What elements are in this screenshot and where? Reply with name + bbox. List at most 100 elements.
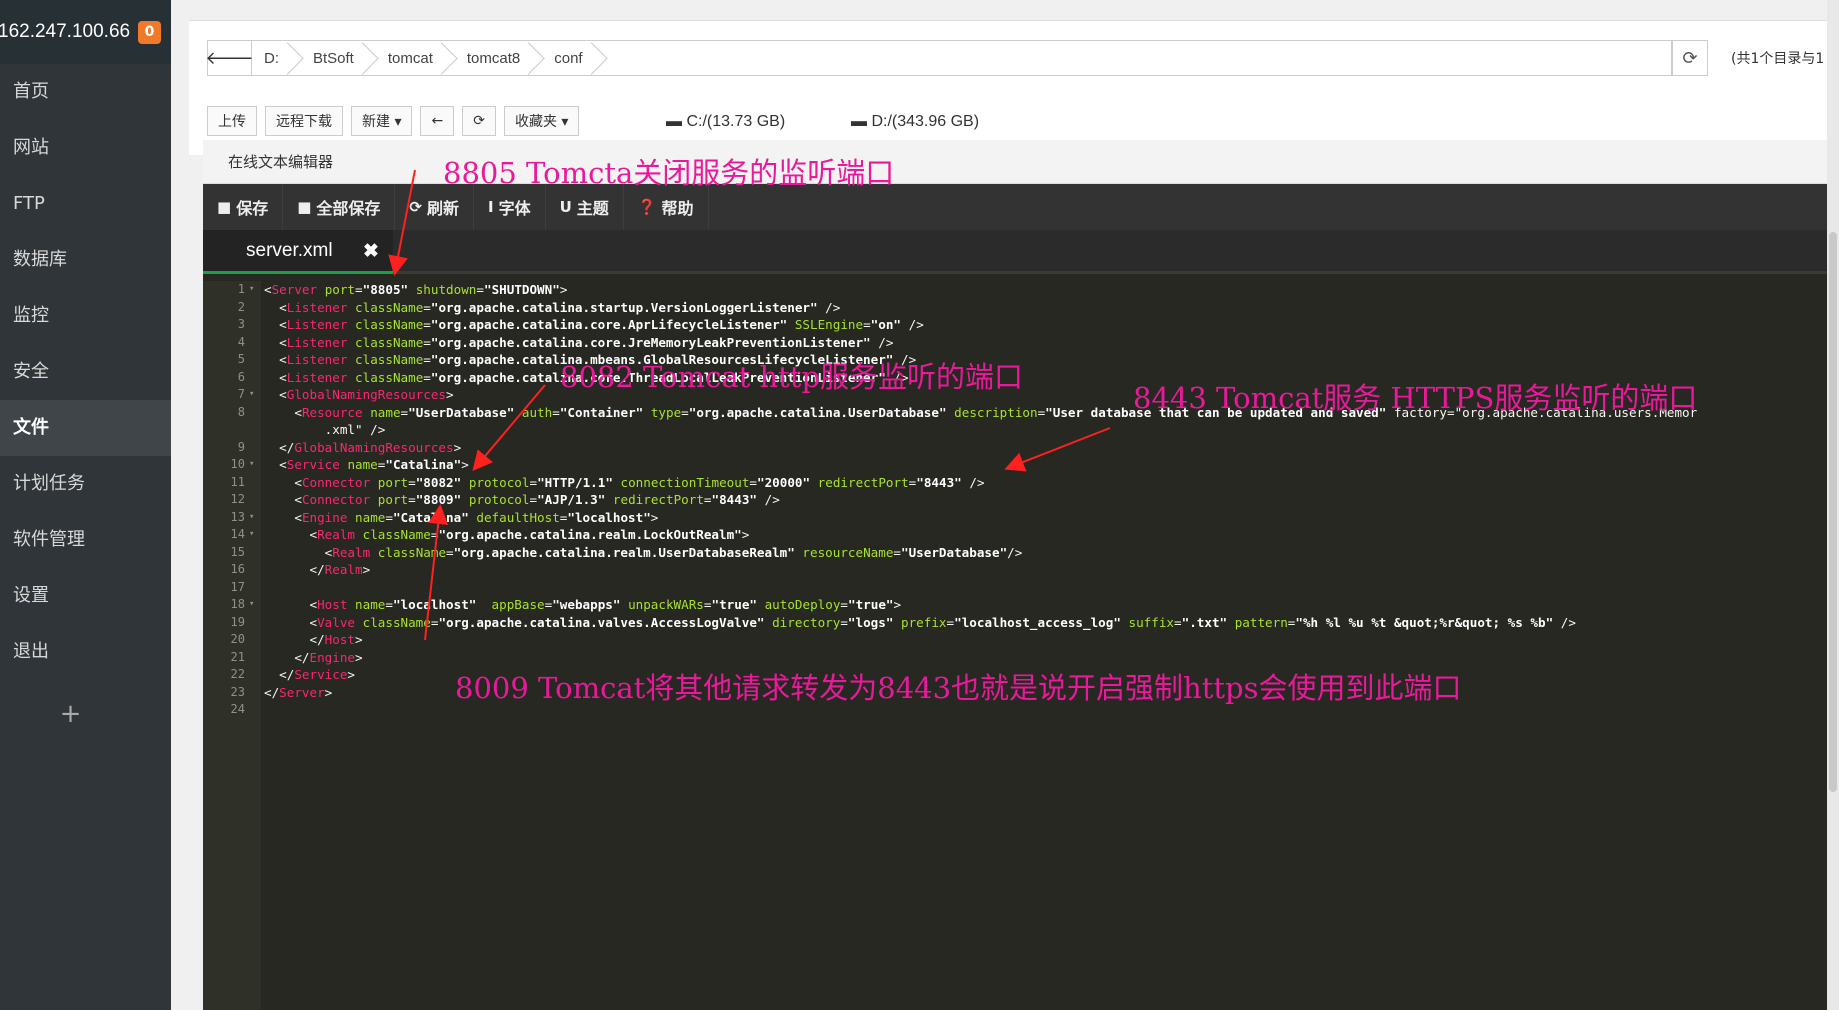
font-icon: I [488,198,494,216]
line-number: 21 [230,649,245,664]
line-number: 9 [237,439,245,454]
code-line[interactable]: </Realm> [264,561,371,578]
save-icon: ■ [217,198,232,216]
sidebar-item-security[interactable]: 安全 [0,344,171,400]
fold-toggle-icon[interactable]: ▾ [249,459,254,469]
line-number: 22 [230,667,245,681]
code-line[interactable]: <Listener className="org.apache.catalina… [264,316,924,333]
sidebar-item-database[interactable]: 数据库 [0,232,171,288]
line-number: 2 [237,299,245,314]
new-button[interactable]: 新建 ▾ [351,106,413,136]
code-line[interactable]: <GlobalNamingResources> [264,386,453,403]
code-line[interactable]: <Host name="localhost" appBase="webapps"… [264,596,902,613]
font-label: 字体 [498,199,531,218]
code-line[interactable]: <Service name="Catalina"> [264,456,469,473]
text-editor-dialog: 在线文本编辑器 ■ 保存 ■ 全部保存 ⟳ 刷新 I 字体 U 主题 ❓ 帮助 server… [203,140,1839,1010]
page-scrollbar-thumb[interactable] [1829,232,1837,792]
code-line[interactable]: </Service> [264,666,355,683]
line-number: 14 [230,527,245,541]
editor-tab-bar: server.xml ✖ [203,230,1839,274]
sidebar: 162.247.100.66 0 首页 网站 FTP 数据库 监控 安全 文件 … [0,0,171,1010]
server-ip: 162.247.100.66 [0,21,131,42]
sidebar-item-cron[interactable]: 计划任务 [0,456,171,512]
back-button[interactable]: ← [420,106,455,136]
fold-toggle-icon[interactable]: ▾ [249,599,254,609]
line-number: 15 [230,544,245,559]
disk-c[interactable]: ▬ C:/(13.73 GB) [666,113,785,131]
code-line[interactable]: <Valve className="org.apache.catalina.va… [264,614,1576,631]
sidebar-item-logout[interactable]: 退出 [0,624,171,680]
add-icon[interactable]: + [0,686,171,742]
notification-badge[interactable]: 0 [138,21,161,44]
code-line[interactable]: </Engine> [264,649,362,666]
save-all-label: 全部保存 [316,199,381,218]
annotation-8009: 8009 Tomcat将其他请求转发为8443也就是说开启强制https会使用到… [455,671,1462,705]
line-number: 19 [230,614,245,629]
line-number: 6 [237,369,245,384]
code-line[interactable]: <Engine name="Catalina" defaultHost="loc… [264,509,658,526]
line-number: 4 [237,334,245,349]
code-line[interactable]: </Host> [264,631,363,648]
reload-button[interactable]: ⟳ [462,106,496,136]
breadcrumb-item[interactable]: BtSoft [293,41,368,75]
code-line[interactable]: </GlobalNamingResources> [264,439,461,456]
sidebar-item-files[interactable]: 文件 [0,400,171,456]
code-line[interactable]: <Connector port="8809" protocol="AJP/1.3… [264,491,779,508]
sidebar-item-settings[interactable]: 设置 [0,568,171,624]
screenshot-root: 162.247.100.66 0 首页 网站 FTP 数据库 监控 安全 文件 … [0,0,1839,1010]
line-number: 3 [237,317,245,331]
breadcrumb-item[interactable]: tomcat [368,41,447,75]
fold-toggle-icon[interactable]: ▾ [249,284,254,294]
sidebar-item-ftp[interactable]: FTP [0,176,171,232]
fold-toggle-icon[interactable]: ▾ [249,529,254,539]
annotation-8805: 8805 Tomcta关闭服务的监听端口 [443,156,895,190]
breadcrumb-item[interactable]: conf [534,41,596,75]
refresh-icon[interactable]: ⟳ [1672,40,1708,76]
breadcrumb-item[interactable]: D: [252,41,293,75]
favorites-button[interactable]: 收藏夹 ▾ [503,106,580,136]
save-all-icon: ■ [297,198,312,216]
line-number: 20 [230,632,245,646]
upload-button[interactable]: 上传 [207,106,257,136]
code-line[interactable]: </Server> [264,684,332,701]
line-number: 17 [230,579,245,594]
line-number: 23 [230,684,245,699]
tab-label: server.xml [246,239,333,261]
directory-summary: (共1个目录与1 [1731,51,1825,67]
disk-icon: ▬ [666,113,682,130]
tab-server-xml[interactable]: server.xml ✖ [203,230,393,274]
sidebar-item-website[interactable]: 网站 [0,120,171,176]
refresh-label: 刷新 [426,199,459,218]
breadcrumb-item[interactable]: tomcat8 [447,41,534,75]
fold-toggle-icon[interactable]: ▾ [249,512,254,522]
code-line[interactable]: <Server port="8805" shutdown="SHUTDOWN"> [264,281,567,298]
line-number: 18 [230,597,245,611]
theme-label: 主题 [576,199,609,218]
line-number: 16 [230,562,245,576]
remote-download-button[interactable]: 远程下载 [265,106,343,136]
back-arrow-icon[interactable]: 🡐 [205,41,254,75]
disk-d[interactable]: ▬ D:/(343.96 GB) [851,113,979,131]
code-line[interactable]: <Listener className="org.apache.catalina… [264,299,840,316]
code-line[interactable]: <Listener className="org.apache.catalina… [264,334,893,351]
theme-icon: U [559,198,572,216]
line-number: 7 [237,387,245,401]
code-line[interactable]: <Realm className="org.apache.catalina.re… [264,544,1023,561]
code-line[interactable]: .xml" /> [264,421,386,438]
fold-toggle-icon[interactable]: ▾ [249,389,254,399]
disk-c-label: C:/(13.73 GB) [686,113,786,130]
line-number: 24 [230,702,245,716]
sidebar-item-software[interactable]: 软件管理 [0,512,171,568]
disk-d-label: D:/(343.96 GB) [871,113,980,130]
code-line[interactable]: <Connector port="8082" protocol="HTTP/1.… [264,474,984,491]
sidebar-item-home[interactable]: 首页 [0,64,171,120]
line-number: 8 [237,404,245,419]
sidebar-item-monitor[interactable]: 监控 [0,288,171,344]
path-bar: 🡐 D: BtSoft tomcat tomcat8 conf [205,40,1672,76]
save-all-button[interactable]: ■ 全部保存 [283,184,396,230]
line-number: 1 [237,282,245,296]
close-icon[interactable]: ✖ [363,240,379,263]
line-number: 10 [230,457,245,471]
save-button[interactable]: ■ 保存 [203,184,284,230]
code-line[interactable]: <Realm className="org.apache.catalina.re… [264,526,750,543]
